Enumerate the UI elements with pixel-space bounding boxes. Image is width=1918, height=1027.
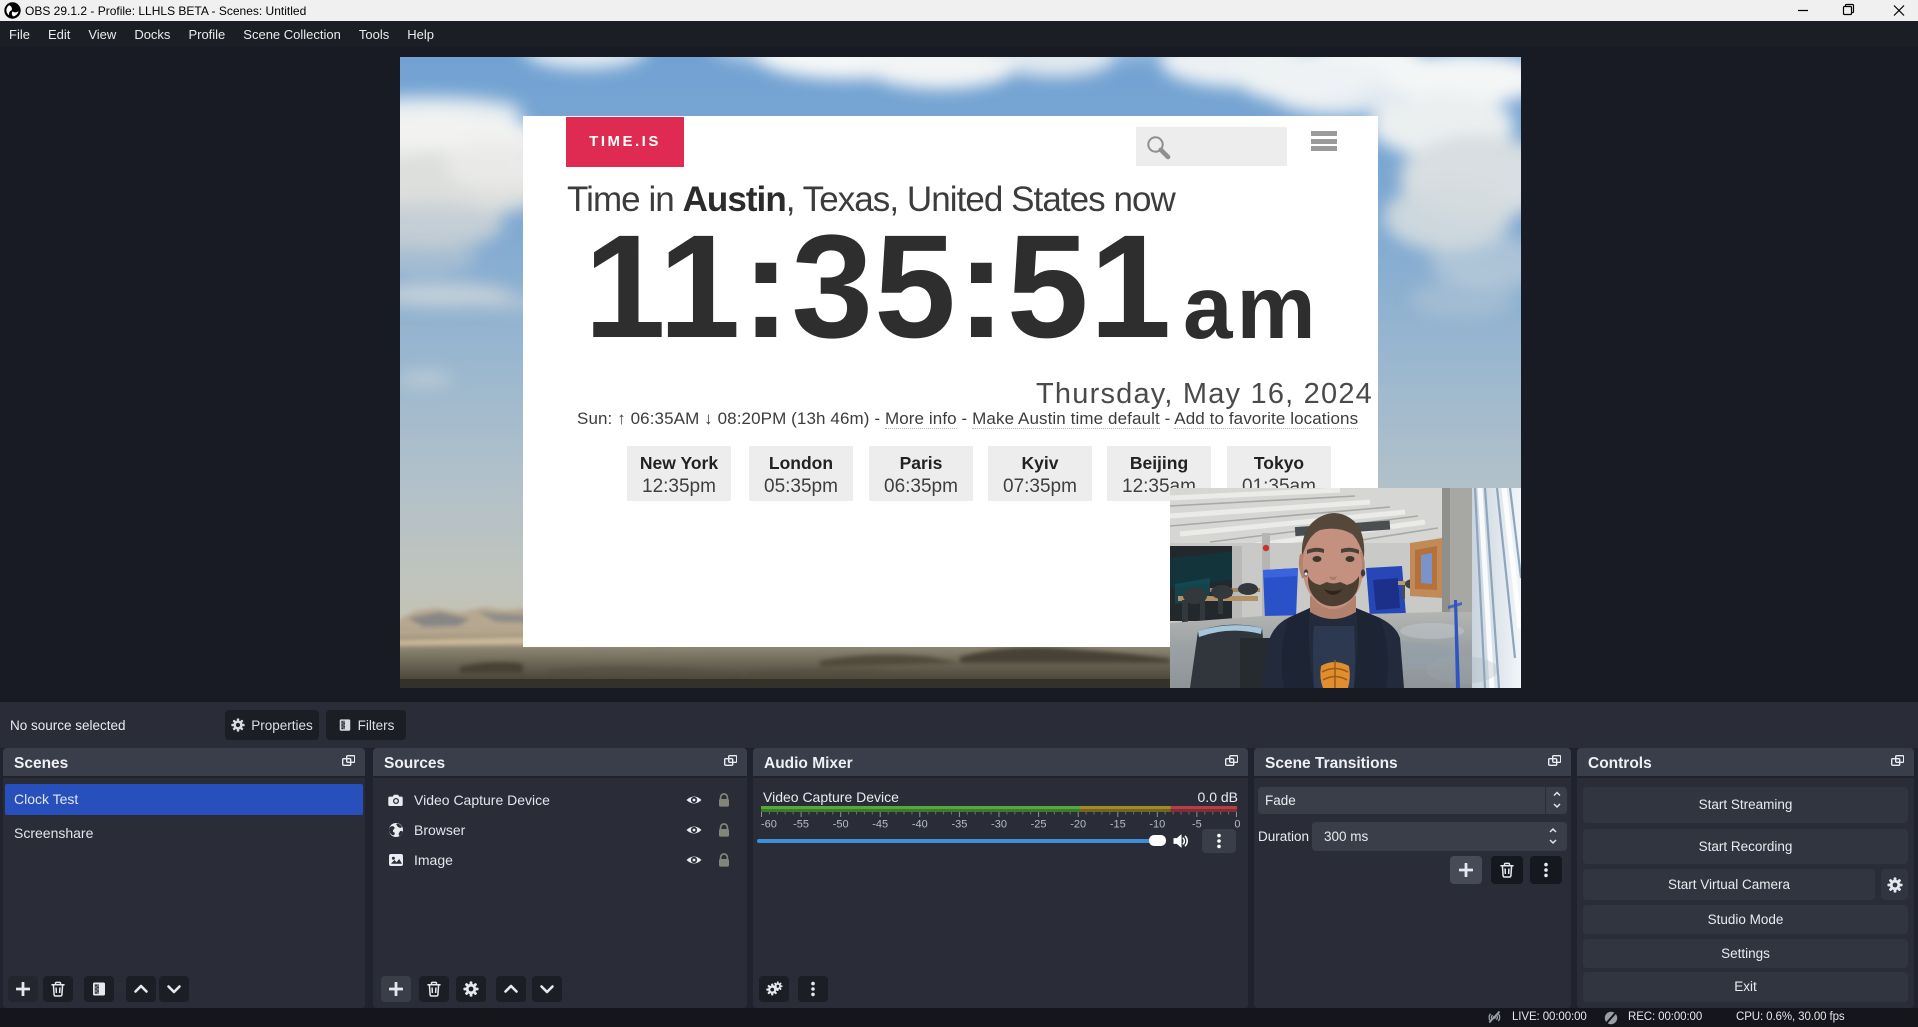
svg-text:0: 0 xyxy=(1234,819,1240,831)
svg-text:-45: -45 xyxy=(872,819,888,831)
svg-text:-60: -60 xyxy=(761,819,777,831)
svg-text:-20: -20 xyxy=(1070,819,1086,831)
svg-text:-15: -15 xyxy=(1110,819,1126,831)
svg-text:-30: -30 xyxy=(991,819,1007,831)
svg-text:-55: -55 xyxy=(793,819,809,831)
svg-text:-50: -50 xyxy=(833,819,849,831)
svg-text:-5: -5 xyxy=(1192,819,1202,831)
svg-text:-25: -25 xyxy=(1031,819,1047,831)
svg-text:-10: -10 xyxy=(1149,819,1165,831)
svg-text:-40: -40 xyxy=(912,819,928,831)
svg-text:-35: -35 xyxy=(951,819,967,831)
